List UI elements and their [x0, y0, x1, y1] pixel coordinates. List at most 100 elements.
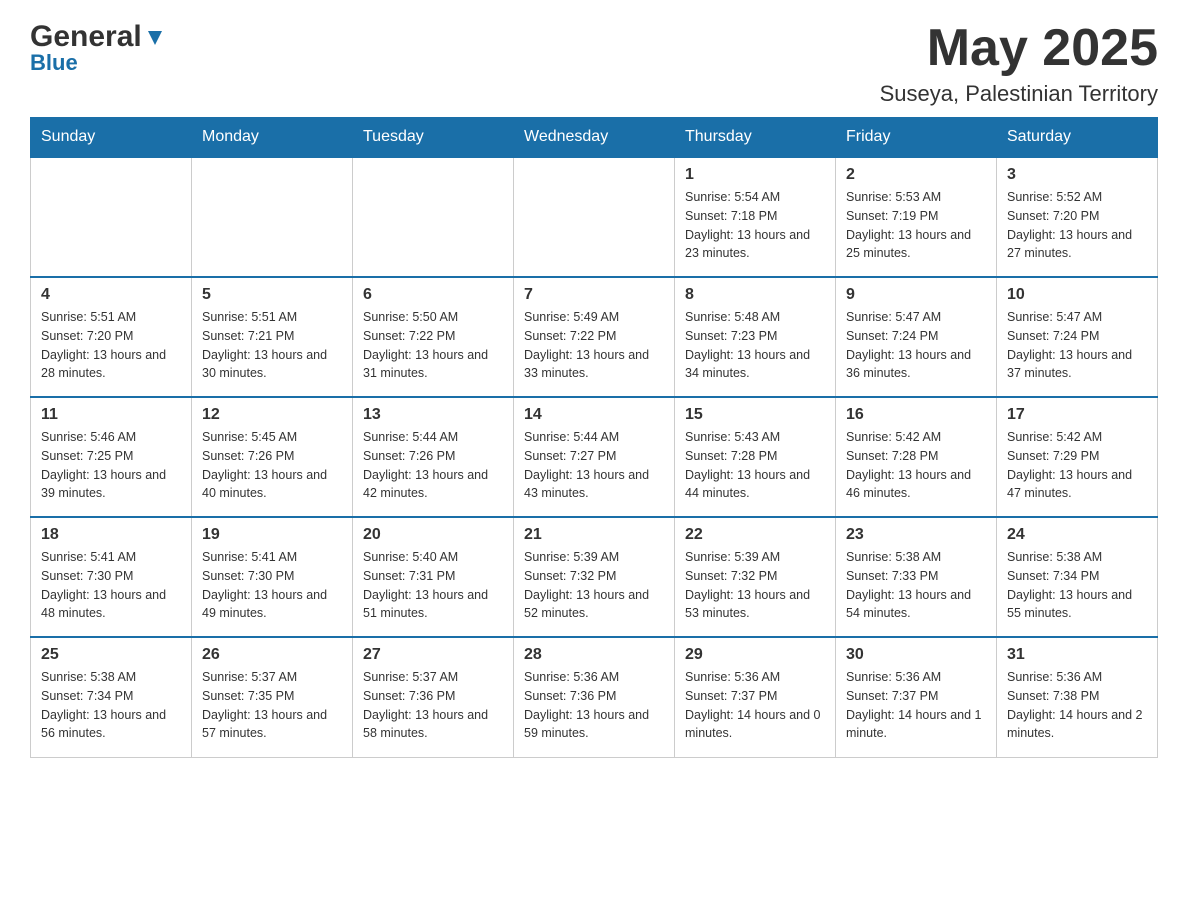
calendar-cell: 8Sunrise: 5:48 AMSunset: 7:23 PMDaylight…: [675, 277, 836, 397]
day-info: Sunrise: 5:43 AMSunset: 7:28 PMDaylight:…: [685, 428, 825, 503]
calendar-cell: 22Sunrise: 5:39 AMSunset: 7:32 PMDayligh…: [675, 517, 836, 637]
header-tuesday: Tuesday: [353, 118, 514, 158]
header-monday: Monday: [192, 118, 353, 158]
day-info: Sunrise: 5:41 AMSunset: 7:30 PMDaylight:…: [202, 548, 342, 623]
day-info: Sunrise: 5:48 AMSunset: 7:23 PMDaylight:…: [685, 308, 825, 383]
day-number: 24: [1007, 526, 1147, 544]
calendar-cell: 29 Sunrise: 5:36 AMSunset: 7:37 PMDayligh…: [675, 637, 836, 757]
day-number: 3: [1007, 166, 1147, 184]
day-info: Sunrise: 5:54 AMSunset: 7:18 PMDaylight:…: [685, 188, 825, 263]
day-number: 9: [846, 286, 986, 304]
day-info: Sunrise: 5:45 AMSunset: 7:26 PMDaylight:…: [202, 428, 342, 503]
day-number: 1: [685, 166, 825, 184]
calendar-cell: 27 Sunrise: 5:37 AMSunset: 7:36 PMDayligh…: [353, 637, 514, 757]
calendar-table: Sunday Monday Tuesday Wednesday Thursday…: [30, 117, 1158, 758]
calendar-cell: 20Sunrise: 5:40 AMSunset: 7:31 PMDayligh…: [353, 517, 514, 637]
day-number: 15: [685, 406, 825, 424]
calendar-cell: 5 Sunrise: 5:51 AMSunset: 7:21 PMDaylight…: [192, 277, 353, 397]
day-number: 28: [524, 646, 664, 664]
day-number: 19: [202, 526, 342, 544]
logo-triangle-icon: [144, 27, 166, 49]
day-info: Sunrise: 5:39 AMSunset: 7:32 PMDaylight:…: [524, 548, 664, 623]
day-info: Sunrise: 5:51 AMSunset: 7:20 PMDaylight:…: [41, 308, 181, 383]
day-info: Sunrise: 5:41 AMSunset: 7:30 PMDaylight:…: [41, 548, 181, 623]
calendar-cell: 1 Sunrise: 5:54 AMSunset: 7:18 PMDaylight…: [675, 157, 836, 277]
calendar-cell: 30Sunrise: 5:36 AMSunset: 7:37 PMDayligh…: [836, 637, 997, 757]
calendar-cell: 11 Sunrise: 5:46 AMSunset: 7:25 PMDayligh…: [31, 397, 192, 517]
month-title: May 2025: [880, 20, 1158, 77]
calendar-cell: 26Sunrise: 5:37 AMSunset: 7:35 PMDayligh…: [192, 637, 353, 757]
calendar-cell: 24 Sunrise: 5:38 AMSunset: 7:34 PMDayligh…: [997, 517, 1158, 637]
title-block: May 2025 Suseya, Palestinian Territory: [880, 20, 1158, 107]
calendar-cell: 15 Sunrise: 5:43 AMSunset: 7:28 PMDayligh…: [675, 397, 836, 517]
calendar-cell: 9 Sunrise: 5:47 AMSunset: 7:24 PMDaylight…: [836, 277, 997, 397]
day-info: Sunrise: 5:38 AMSunset: 7:34 PMDaylight:…: [1007, 548, 1147, 623]
calendar-cell: 4 Sunrise: 5:51 AMSunset: 7:20 PMDaylight…: [31, 277, 192, 397]
calendar-cell: 23Sunrise: 5:38 AMSunset: 7:33 PMDayligh…: [836, 517, 997, 637]
header-wednesday: Wednesday: [514, 118, 675, 158]
calendar-cell: 6Sunrise: 5:50 AMSunset: 7:22 PMDaylight…: [353, 277, 514, 397]
day-info: Sunrise: 5:37 AMSunset: 7:36 PMDaylight:…: [363, 668, 503, 743]
day-info: Sunrise: 5:38 AMSunset: 7:34 PMDaylight:…: [41, 668, 181, 743]
day-number: 5: [202, 286, 342, 304]
day-info: Sunrise: 5:44 AMSunset: 7:27 PMDaylight:…: [524, 428, 664, 503]
day-number: 2: [846, 166, 986, 184]
day-number: 22: [685, 526, 825, 544]
day-info: Sunrise: 5:36 AMSunset: 7:38 PMDaylight:…: [1007, 668, 1147, 743]
day-number: 14: [524, 406, 664, 424]
location-title: Suseya, Palestinian Territory: [880, 81, 1158, 107]
header-sunday: Sunday: [31, 118, 192, 158]
calendar-cell: 13Sunrise: 5:44 AMSunset: 7:26 PMDayligh…: [353, 397, 514, 517]
day-number: 10: [1007, 286, 1147, 304]
day-number: 11: [41, 406, 181, 424]
calendar-cell: 2 Sunrise: 5:53 AMSunset: 7:19 PMDaylight…: [836, 157, 997, 277]
day-number: 21: [524, 526, 664, 544]
calendar-cell: 21 Sunrise: 5:39 AMSunset: 7:32 PMDayligh…: [514, 517, 675, 637]
logo-blue-text: Blue: [30, 50, 78, 75]
day-number: 23: [846, 526, 986, 544]
day-info: Sunrise: 5:36 AMSunset: 7:37 PMDaylight:…: [685, 668, 825, 743]
header-thursday: Thursday: [675, 118, 836, 158]
day-number: 12: [202, 406, 342, 424]
logo: General Blue: [30, 20, 166, 76]
day-number: 26: [202, 646, 342, 664]
day-info: Sunrise: 5:50 AMSunset: 7:22 PMDaylight:…: [363, 308, 503, 383]
day-info: Sunrise: 5:52 AMSunset: 7:20 PMDaylight:…: [1007, 188, 1147, 263]
calendar-cell: 7 Sunrise: 5:49 AMSunset: 7:22 PMDaylight…: [514, 277, 675, 397]
day-info: Sunrise: 5:49 AMSunset: 7:22 PMDaylight:…: [524, 308, 664, 383]
calendar-cell: 28 Sunrise: 5:36 AMSunset: 7:36 PMDayligh…: [514, 637, 675, 757]
calendar-cell: 19 Sunrise: 5:41 AMSunset: 7:30 PMDayligh…: [192, 517, 353, 637]
day-info: Sunrise: 5:47 AMSunset: 7:24 PMDaylight:…: [846, 308, 986, 383]
calendar-cell: [192, 157, 353, 277]
header-saturday: Saturday: [997, 118, 1158, 158]
day-number: 30: [846, 646, 986, 664]
calendar-header-row: Sunday Monday Tuesday Wednesday Thursday…: [31, 118, 1158, 158]
week-row-3: 11 Sunrise: 5:46 AMSunset: 7:25 PMDayligh…: [31, 397, 1158, 517]
day-info: Sunrise: 5:46 AMSunset: 7:25 PMDaylight:…: [41, 428, 181, 503]
calendar-cell: 14 Sunrise: 5:44 AMSunset: 7:27 PMDayligh…: [514, 397, 675, 517]
day-number: 31: [1007, 646, 1147, 664]
day-number: 18: [41, 526, 181, 544]
day-number: 4: [41, 286, 181, 304]
day-info: Sunrise: 5:47 AMSunset: 7:24 PMDaylight:…: [1007, 308, 1147, 383]
day-info: Sunrise: 5:42 AMSunset: 7:29 PMDaylight:…: [1007, 428, 1147, 503]
calendar-cell: [514, 157, 675, 277]
day-info: Sunrise: 5:36 AMSunset: 7:36 PMDaylight:…: [524, 668, 664, 743]
header-friday: Friday: [836, 118, 997, 158]
day-number: 29: [685, 646, 825, 664]
day-info: Sunrise: 5:53 AMSunset: 7:19 PMDaylight:…: [846, 188, 986, 263]
page-header: General Blue May 2025 Suseya, Palestinia…: [30, 20, 1158, 107]
calendar-cell: 18 Sunrise: 5:41 AMSunset: 7:30 PMDayligh…: [31, 517, 192, 637]
day-number: 27: [363, 646, 503, 664]
day-number: 17: [1007, 406, 1147, 424]
logo-general-text: General: [30, 20, 142, 54]
day-number: 13: [363, 406, 503, 424]
day-number: 7: [524, 286, 664, 304]
day-number: 25: [41, 646, 181, 664]
day-info: Sunrise: 5:51 AMSunset: 7:21 PMDaylight:…: [202, 308, 342, 383]
calendar-cell: 25 Sunrise: 5:38 AMSunset: 7:34 PMDayligh…: [31, 637, 192, 757]
week-row-2: 4 Sunrise: 5:51 AMSunset: 7:20 PMDaylight…: [31, 277, 1158, 397]
week-row-1: 1 Sunrise: 5:54 AMSunset: 7:18 PMDaylight…: [31, 157, 1158, 277]
calendar-cell: [31, 157, 192, 277]
day-number: 16: [846, 406, 986, 424]
